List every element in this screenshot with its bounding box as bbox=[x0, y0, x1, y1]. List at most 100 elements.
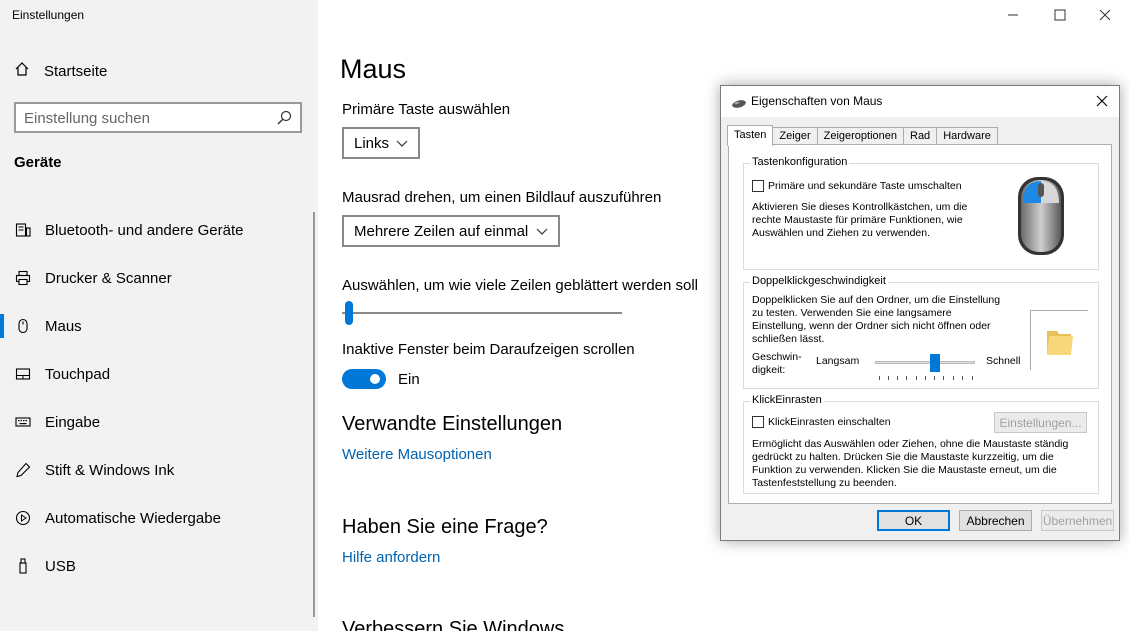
lines-slider-thumb[interactable] bbox=[345, 301, 353, 325]
wheel-label: Mausrad drehen, um einen Bildlauf auszuf… bbox=[342, 189, 662, 206]
sidebar-scrollbar[interactable] bbox=[313, 212, 315, 617]
keyboard-icon bbox=[14, 413, 32, 431]
more-mouse-options-link[interactable]: Weitere Mausoptionen bbox=[342, 446, 492, 463]
sidebar-item-usb[interactable]: USB bbox=[0, 542, 318, 590]
maximize-button[interactable] bbox=[1038, 5, 1082, 25]
button-config-desc-1: Aktivieren Sie dieses Kontrollkästchen, … bbox=[752, 201, 968, 213]
dialog-title: Eigenschaften von Maus bbox=[751, 94, 883, 108]
printer-icon bbox=[14, 269, 32, 287]
double-click-group: Doppelklickgeschwindigkeit Doppelklicken… bbox=[743, 275, 1099, 389]
sidebar-home-label: Startseite bbox=[44, 62, 108, 80]
maximize-icon bbox=[1054, 9, 1066, 21]
swap-buttons-label[interactable]: Primäre und sekundäre Taste umschalten bbox=[768, 180, 962, 193]
minimize-button[interactable] bbox=[991, 5, 1035, 25]
sidebar-item-bluetooth[interactable]: Bluetooth- und andere Geräte bbox=[0, 206, 318, 254]
ok-button[interactable]: OK bbox=[877, 510, 950, 531]
test-folder-area[interactable] bbox=[1030, 310, 1088, 370]
lines-slider-track[interactable] bbox=[342, 312, 622, 314]
double-click-desc-1: Doppelklicken Sie auf den Ordner, um die… bbox=[752, 294, 1001, 306]
dialog-titlebar[interactable]: Eigenschaften von Maus bbox=[721, 86, 1119, 117]
sidebar-item-typing[interactable]: Eingabe bbox=[0, 398, 318, 446]
button-config-group: Tastenkonfiguration Primäre und sekundär… bbox=[743, 156, 1099, 270]
primary-button-dropdown[interactable]: Links bbox=[342, 127, 420, 159]
sidebar-item-mouse[interactable]: Maus bbox=[0, 302, 318, 350]
tab-hardware[interactable]: Hardware bbox=[936, 127, 998, 145]
search-icon[interactable] bbox=[276, 110, 292, 131]
button-config-desc-2: rechte Maustaste für primäre Funktionen,… bbox=[752, 214, 963, 226]
double-click-slider-thumb[interactable] bbox=[930, 354, 940, 372]
click-lock-group: KlickEinrasten KlickEinrasten einschalte… bbox=[743, 394, 1099, 494]
app-title: Einstellungen bbox=[12, 8, 85, 22]
pen-icon bbox=[14, 461, 32, 479]
mouse-device-icon bbox=[731, 96, 747, 114]
sidebar-item-label: Stift & Windows Ink bbox=[45, 461, 175, 479]
sidebar-item-autoplay[interactable]: Automatische Wiedergabe bbox=[0, 494, 318, 542]
folder-icon[interactable] bbox=[1045, 325, 1075, 362]
group-title: Tastenkonfiguration bbox=[750, 156, 850, 168]
close-button[interactable] bbox=[1083, 5, 1127, 25]
usb-icon bbox=[14, 557, 32, 575]
settings-sidebar: Einstellungen Startseite Geräte Bluetoot… bbox=[0, 0, 318, 631]
sidebar-item-label: Drucker & Scanner bbox=[45, 269, 172, 287]
dialog-tabs: Tasten Zeiger Zeigeroptionen Rad Hardwar… bbox=[727, 125, 998, 146]
minimize-icon bbox=[1008, 14, 1018, 16]
click-lock-desc-1: Ermöglicht das Auswählen oder Ziehen, oh… bbox=[752, 438, 1069, 450]
click-lock-desc-2: gedrückt zu halten. Drücken Sie die Maus… bbox=[752, 451, 1054, 463]
chevron-down-icon bbox=[536, 228, 548, 235]
dropdown-value: Mehrere Zeilen auf einmal bbox=[354, 222, 529, 240]
double-click-slider-track[interactable] bbox=[875, 361, 975, 364]
sidebar-item-label: Maus bbox=[45, 317, 82, 335]
bluetooth-devices-icon bbox=[14, 221, 32, 239]
click-lock-settings-button[interactable]: Einstellungen... bbox=[994, 412, 1087, 433]
speed-fast-label: Schnell bbox=[986, 355, 1021, 367]
sidebar-nav: Bluetooth- und andere Geräte Drucker & S… bbox=[0, 206, 318, 590]
group-title: KlickEinrasten bbox=[750, 394, 824, 406]
inactive-scroll-toggle[interactable] bbox=[342, 369, 386, 389]
sidebar-item-label: Bluetooth- und andere Geräte bbox=[45, 221, 244, 239]
button-config-desc-3: Auswählen und Ziehen zu verwenden. bbox=[752, 227, 931, 239]
click-lock-desc-3: Funktion zu verwenden. Klicken Sie die M… bbox=[752, 464, 1057, 476]
sidebar-item-pen[interactable]: Stift & Windows Ink bbox=[0, 446, 318, 494]
tab-buttons[interactable]: Tasten bbox=[727, 125, 774, 146]
get-help-link[interactable]: Hilfe anfordern bbox=[342, 549, 440, 566]
improve-windows-heading: Verbessern Sie Windows bbox=[342, 618, 565, 631]
question-heading: Haben Sie eine Frage? bbox=[342, 516, 548, 538]
inactive-scroll-label: Inaktive Fenster beim Daraufzeigen scrol… bbox=[342, 341, 635, 358]
swap-buttons-checkbox[interactable] bbox=[752, 180, 764, 192]
tab-panel-buttons: Tastenkonfiguration Primäre und sekundär… bbox=[728, 144, 1112, 504]
lines-label: Auswählen, um wie viele Zeilen geblätter… bbox=[342, 277, 699, 294]
cancel-button[interactable]: Abbrechen bbox=[959, 510, 1032, 531]
sidebar-item-touchpad[interactable]: Touchpad bbox=[0, 350, 318, 398]
mouse-icon bbox=[14, 317, 32, 335]
autoplay-icon bbox=[14, 509, 32, 527]
tab-wheel[interactable]: Rad bbox=[903, 127, 938, 145]
chevron-down-icon bbox=[396, 140, 408, 147]
sidebar-item-label: Automatische Wiedergabe bbox=[45, 509, 221, 527]
click-lock-checkbox[interactable] bbox=[752, 416, 764, 428]
sidebar-item-printers[interactable]: Drucker & Scanner bbox=[0, 254, 318, 302]
speed-label-2: digkeit: bbox=[752, 364, 786, 376]
speed-slow-label: Langsam bbox=[816, 355, 860, 367]
mouse-illustration-icon bbox=[1016, 175, 1068, 264]
double-click-desc-2: zu testen. Verwenden Sie eine langsamere bbox=[752, 307, 952, 319]
double-click-desc-3: Einstellung, wenn der Ordner sich nicht … bbox=[752, 320, 991, 332]
apply-button[interactable]: Übernehmen bbox=[1041, 510, 1114, 531]
dialog-close-button[interactable] bbox=[1091, 91, 1113, 111]
search-input[interactable] bbox=[24, 108, 274, 128]
search-box[interactable] bbox=[14, 102, 302, 133]
sidebar-item-label: Touchpad bbox=[45, 365, 111, 383]
sidebar-item-label: Eingabe bbox=[45, 413, 101, 431]
wheel-dropdown[interactable]: Mehrere Zeilen auf einmal bbox=[342, 215, 560, 247]
close-icon bbox=[1096, 95, 1108, 107]
speed-label-1: Geschwin- bbox=[752, 351, 802, 363]
sidebar-home[interactable]: Startseite bbox=[14, 60, 107, 82]
click-lock-label[interactable]: KlickEinrasten einschalten bbox=[768, 416, 891, 429]
tab-pointer-options[interactable]: Zeigeroptionen bbox=[816, 127, 904, 145]
section-title: Geräte bbox=[14, 154, 62, 171]
mouse-properties-dialog: Eigenschaften von Maus Tasten Zeiger Zei… bbox=[720, 85, 1120, 541]
sidebar-item-label: USB bbox=[45, 557, 76, 575]
tab-pointers[interactable]: Zeiger bbox=[772, 127, 818, 145]
related-settings-heading: Verwandte Einstellungen bbox=[342, 413, 563, 435]
toggle-state-label: Ein bbox=[398, 371, 420, 388]
page-title: Maus bbox=[340, 54, 407, 84]
